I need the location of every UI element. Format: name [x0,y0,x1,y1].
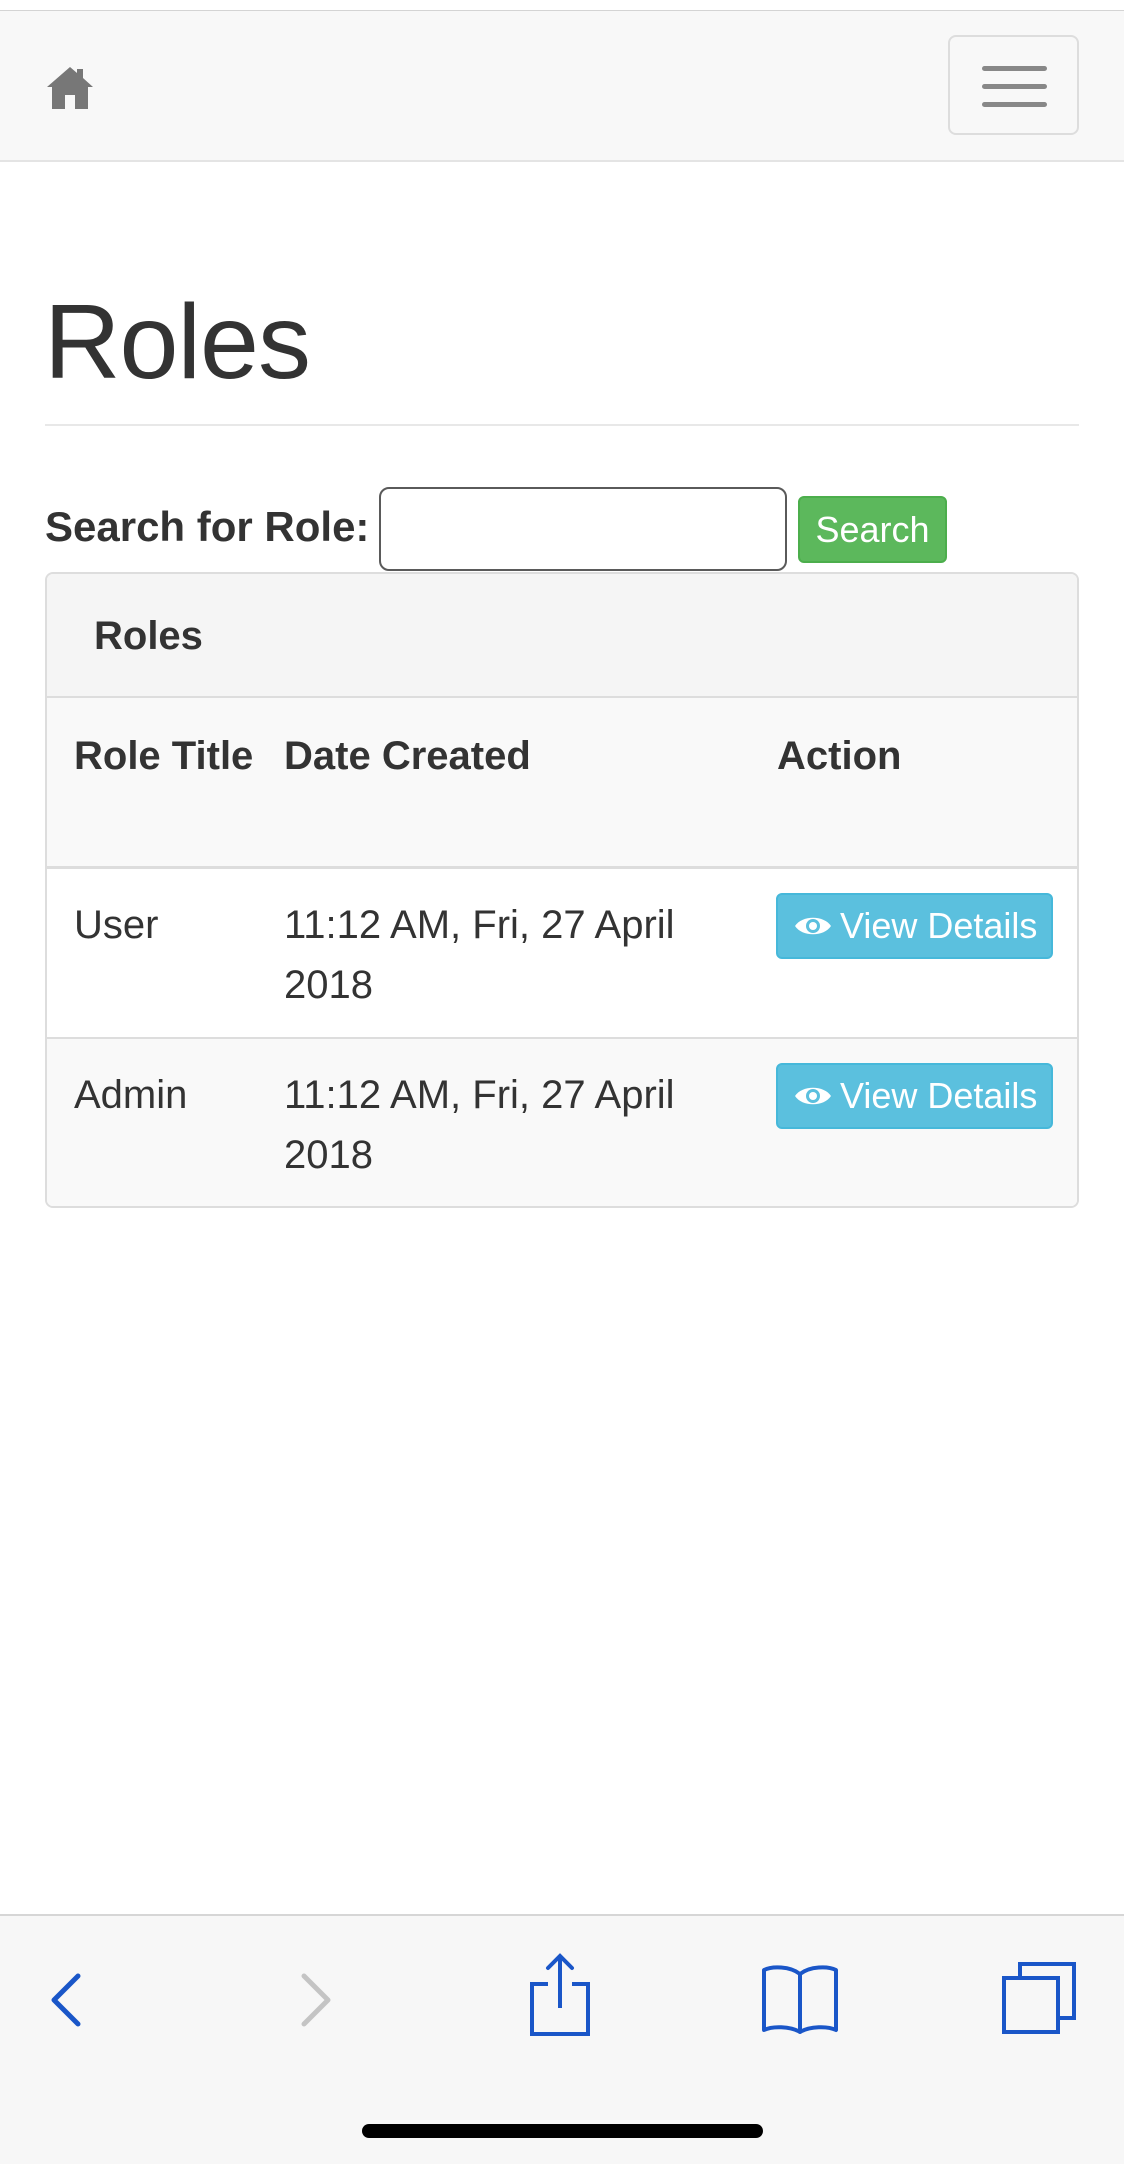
search-input[interactable] [379,487,787,571]
view-details-label: View Details [840,1075,1038,1116]
back-arrow-icon[interactable] [48,1972,84,2028]
eye-icon [795,1087,831,1105]
column-header-date-created: Date Created [284,734,531,778]
tabs-icon[interactable] [1000,1960,1080,2036]
hamburger-bar [982,102,1047,107]
view-details-button[interactable]: View Details [776,893,1053,959]
bookmarks-icon[interactable] [760,1964,840,2034]
date-created-cell: 11:12 AM, Fri, 27 April 2018 [284,903,675,1007]
panel-heading: Roles [47,574,1077,698]
home-indicator[interactable] [362,2124,763,2138]
role-title-cell: User [74,903,159,947]
role-title-cell: Admin [74,1073,188,1117]
column-header-action: Action [777,734,902,778]
roles-panel: Roles Role Title Date Created Action Use… [45,572,1079,1208]
table-header: Role Title Date Created Action [47,698,1077,869]
page-title: Roles [44,283,311,401]
forward-arrow-icon[interactable] [298,1972,334,2028]
menu-toggle-button[interactable] [948,35,1079,135]
navbar [0,11,1124,162]
search-label: Search for Role: [45,503,370,550]
search-button[interactable]: Search [798,496,947,563]
search-form: Search for Role: Search [45,487,1085,571]
table-row: Admin 11:12 AM, Fri, 27 April 2018 View … [47,1039,1077,1206]
eye-icon [795,917,831,935]
column-header-role-title: Role Title [74,734,254,778]
title-divider [45,424,1079,426]
home-icon[interactable] [45,65,95,111]
share-icon[interactable] [528,1952,592,2038]
hamburger-bar [982,84,1047,89]
status-bar-edge [0,0,1124,11]
date-created-cell: 11:12 AM, Fri, 27 April 2018 [284,1073,675,1177]
table-row: User 11:12 AM, Fri, 27 April 2018 View D… [47,869,1077,1039]
view-details-button[interactable]: View Details [776,1063,1053,1129]
panel-title: Roles [94,614,203,658]
hamburger-menu-icon [982,66,1047,71]
view-details-label: View Details [840,905,1038,946]
